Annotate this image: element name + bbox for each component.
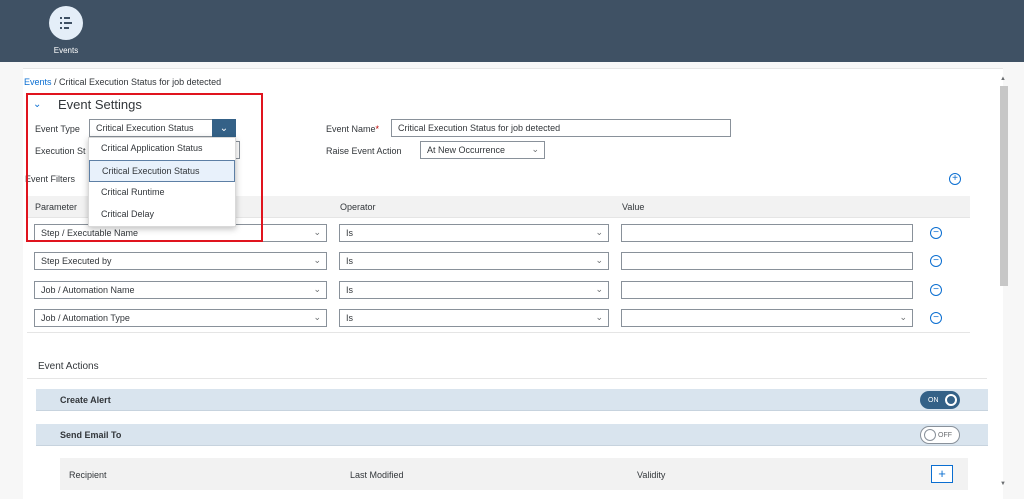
breadcrumb-current: Critical Execution Status for job detect… — [59, 77, 222, 87]
chevron-down-icon: ⌄ — [531, 144, 539, 154]
add-recipient-button[interactable]: + — [931, 465, 953, 483]
breadcrumb: Events / Critical Execution Status for j… — [24, 77, 221, 87]
raise-event-action-label: Raise Event Action — [326, 146, 402, 156]
parameter-value: Step Executed by — [41, 256, 112, 266]
highlight-annotation-box — [26, 93, 263, 242]
action-row-send-email: Send Email To OFF — [36, 424, 988, 446]
operator-value: Is — [346, 256, 354, 266]
remove-filter-icon[interactable]: − — [930, 255, 942, 267]
toggle-state-text: OFF — [938, 431, 952, 439]
remove-filter-icon[interactable]: − — [930, 284, 942, 296]
chevron-down-icon: ⌄ — [313, 284, 321, 294]
scroll-down-icon[interactable]: ▼ — [1000, 481, 1006, 487]
chevron-down-icon: ⌄ — [313, 255, 321, 265]
value-input[interactable] — [621, 252, 913, 270]
shell-bar: Events — [0, 0, 1024, 62]
value-input[interactable] — [621, 224, 913, 242]
parameter-value: Job / Automation Name — [41, 285, 135, 295]
breadcrumb-separator: / — [51, 77, 60, 87]
value-input[interactable] — [621, 281, 913, 299]
parameter-select[interactable]: Job / Automation Name ⌄ — [34, 281, 327, 299]
remove-filter-icon[interactable]: − — [930, 312, 942, 324]
plus-icon: + — [938, 466, 946, 481]
operator-value: Is — [346, 228, 354, 238]
divider — [27, 332, 970, 333]
event-name-input[interactable]: Critical Execution Status for job detect… — [391, 119, 731, 137]
send-email-toggle[interactable]: OFF — [920, 426, 960, 444]
raise-event-action-value: At New Occurrence — [427, 145, 506, 155]
column-header-operator: Operator — [340, 202, 376, 212]
events-icon — [49, 6, 83, 40]
divider — [27, 378, 987, 379]
operator-select[interactable]: Is ⌄ — [339, 224, 609, 242]
operator-value: Is — [346, 285, 354, 295]
nav-label-events: Events — [53, 46, 79, 55]
scroll-up-icon[interactable]: ▲ — [1000, 76, 1006, 82]
chevron-down-icon: ⌄ — [595, 227, 603, 237]
nav-item-events[interactable]: Events — [46, 6, 86, 55]
operator-select[interactable]: Is ⌄ — [339, 252, 609, 270]
chevron-down-icon: ⌄ — [899, 312, 907, 322]
remove-filter-icon[interactable]: − — [930, 227, 942, 239]
create-alert-toggle[interactable]: ON — [920, 391, 960, 409]
operator-select[interactable]: Is ⌄ — [339, 309, 609, 327]
section-title-event-actions: Event Actions — [38, 361, 99, 372]
event-name-label: Event Name* — [326, 124, 380, 134]
chevron-down-icon: ⌄ — [595, 255, 603, 265]
toggle-knob — [945, 394, 957, 406]
parameter-select[interactable]: Job / Automation Type ⌄ — [34, 309, 327, 327]
column-header-validity: Validity — [637, 470, 666, 480]
breadcrumb-link-events[interactable]: Events — [24, 77, 52, 87]
toggle-state-text: ON — [928, 396, 939, 404]
column-header-last-modified: Last Modified — [350, 470, 404, 480]
chevron-down-icon: ⌄ — [313, 227, 321, 237]
scrollbar-thumb[interactable] — [1000, 86, 1008, 286]
add-filter-icon[interactable]: + — [949, 173, 961, 185]
required-indicator: * — [375, 124, 380, 134]
chevron-down-icon: ⌄ — [595, 284, 603, 294]
operator-value: Is — [346, 313, 354, 323]
create-alert-label: Create Alert — [60, 395, 111, 405]
operator-select[interactable]: Is ⌄ — [339, 281, 609, 299]
recipient-table-header — [60, 458, 968, 490]
send-email-label: Send Email To — [60, 430, 122, 440]
chevron-down-icon: ⌄ — [313, 312, 321, 322]
parameter-value: Job / Automation Type — [41, 313, 130, 323]
column-header-recipient: Recipient — [69, 470, 107, 480]
parameter-select[interactable]: Step Executed by ⌄ — [34, 252, 327, 270]
chevron-down-icon: ⌄ — [595, 312, 603, 322]
raise-event-action-select[interactable]: At New Occurrence ⌄ — [420, 141, 545, 159]
action-row-create-alert: Create Alert ON — [36, 389, 988, 411]
toggle-knob — [924, 429, 936, 441]
column-header-value: Value — [622, 202, 645, 212]
value-select[interactable]: ⌄ — [621, 309, 913, 327]
